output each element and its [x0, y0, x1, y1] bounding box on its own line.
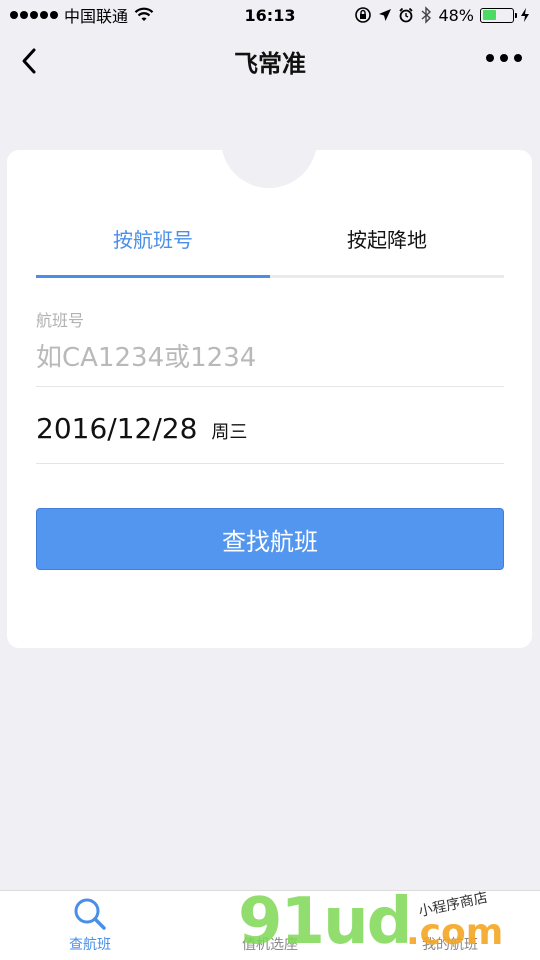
search-mode-tabs: 按航班号 按起降地	[36, 216, 504, 278]
flight-search-card: 按航班号 按起降地 航班号 2016/12/28 周三 查找航班	[7, 150, 532, 648]
charging-bolt-icon	[521, 8, 529, 22]
more-dot-icon	[514, 54, 522, 62]
divider	[36, 386, 504, 387]
tab-by-route[interactable]: 按起降地	[270, 216, 504, 275]
date-picker[interactable]: 2016/12/28 周三	[36, 412, 247, 445]
chevron-left-icon	[22, 48, 36, 74]
tabbar-label: 值机选座	[242, 937, 298, 953]
divider	[36, 463, 504, 464]
location-arrow-icon	[379, 9, 392, 21]
card-notch	[221, 150, 317, 188]
weekday-value: 周三	[211, 422, 248, 443]
more-dot-icon	[500, 54, 508, 62]
battery-level-fill	[482, 10, 497, 20]
more-dot-icon	[486, 54, 494, 62]
search-icon	[70, 894, 110, 934]
tabbar-item-search-flight[interactable]: 查航班	[0, 891, 180, 960]
more-options-button[interactable]	[486, 54, 522, 62]
tabbar-item-checkin[interactable]: 值机选座	[180, 891, 360, 960]
wifi-icon	[134, 7, 154, 21]
bottom-tab-bar: 查航班 值机选座 我的航班	[0, 890, 540, 960]
date-value: 2016/12/28	[36, 412, 198, 445]
alarm-icon	[399, 7, 414, 23]
search-flights-button[interactable]: 查找航班	[36, 508, 504, 570]
tabbar-label: 查航班	[69, 937, 111, 953]
carrier-name: 中国联通	[64, 7, 129, 26]
flight-number-input[interactable]	[36, 336, 504, 380]
tabbar-item-my-flights[interactable]: 我的航班	[360, 891, 540, 960]
tab-by-flight-number[interactable]: 按航班号	[36, 216, 270, 278]
bluetooth-icon	[421, 6, 432, 24]
battery-percent: 48%	[438, 5, 474, 25]
battery-icon	[480, 7, 517, 23]
page-title: 飞常准	[234, 49, 306, 78]
tabbar-label: 我的航班	[422, 937, 478, 953]
status-right: 48%	[354, 6, 530, 25]
back-button[interactable]	[12, 44, 46, 78]
rotation-lock-icon	[355, 7, 372, 23]
flight-number-label: 航班号	[36, 311, 85, 330]
status-bar: 中国联通 16:13 48%	[0, 0, 540, 30]
signal-strength-icon	[10, 11, 58, 19]
navigation-bar: 飞常准	[0, 30, 540, 92]
status-left: 中国联通	[10, 3, 154, 27]
